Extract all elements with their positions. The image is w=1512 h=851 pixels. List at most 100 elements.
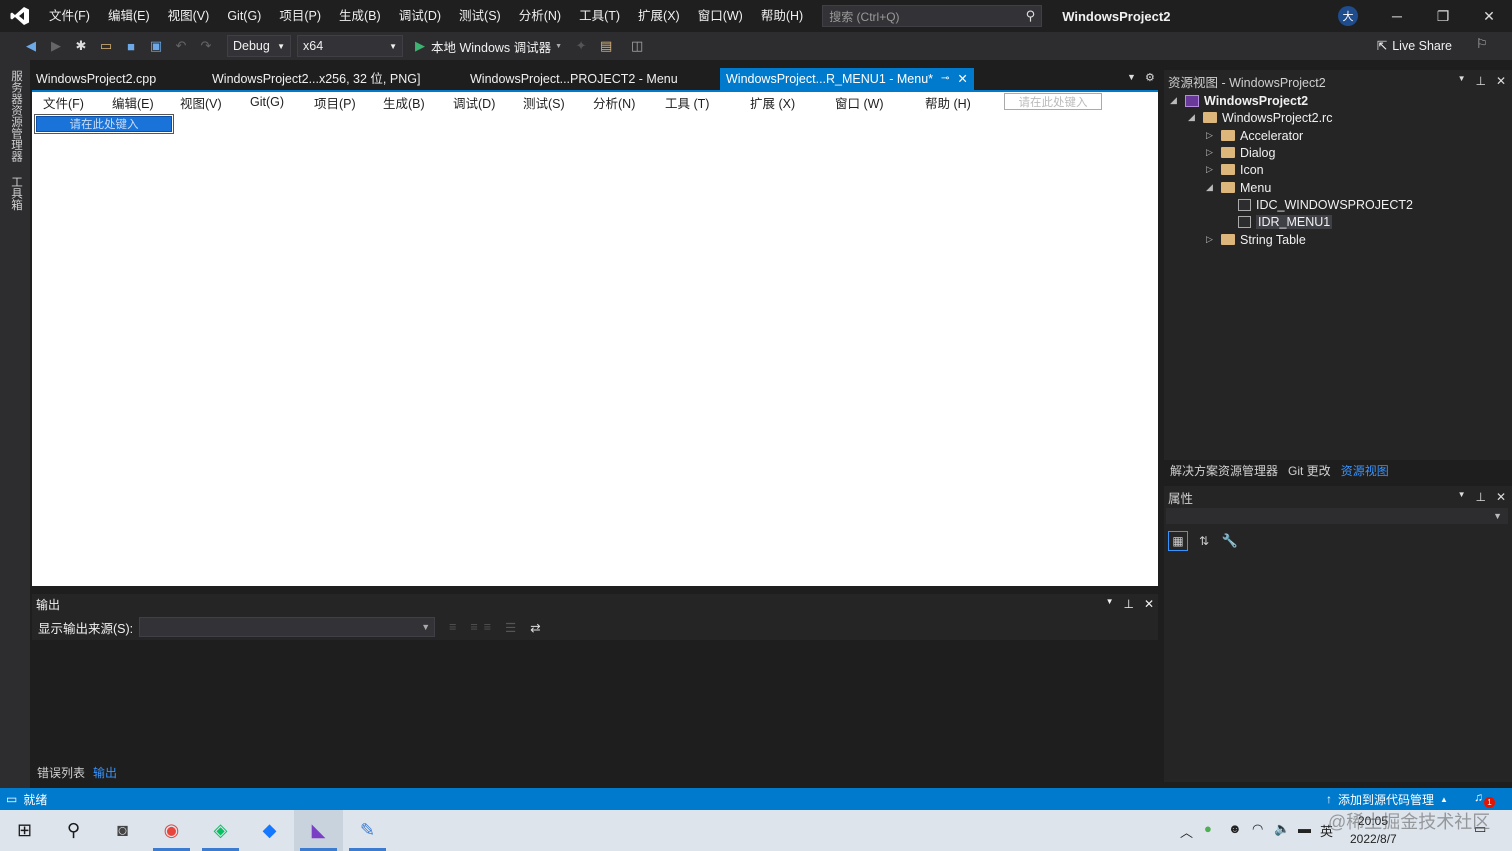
tree-node-menu[interactable]: ◢ Menu xyxy=(1206,179,1271,196)
toolbox-tab[interactable]: 工具箱 xyxy=(8,176,24,211)
menu-build[interactable]: 生成(B) xyxy=(330,0,390,32)
feedback-icon[interactable]: ⚐ xyxy=(1476,36,1488,52)
tree-node-project[interactable]: ◢ WindowsProject2 xyxy=(1170,92,1308,109)
properties-object-dropdown[interactable]: ▼ xyxy=(1166,508,1508,524)
chevron-down-icon[interactable]: ▼ xyxy=(1458,490,1466,504)
menu-git[interactable]: Git(G) xyxy=(218,0,270,32)
search-input[interactable]: 搜索 (Ctrl+Q) ⚲ xyxy=(822,5,1043,27)
hot-reload-icon[interactable]: ✦ xyxy=(570,35,592,57)
notifications-bell-icon[interactable]: ♫ xyxy=(1474,790,1483,804)
menu-editor-item[interactable]: 扩展 (X) xyxy=(750,93,795,112)
type-here-submenu-field[interactable]: 请在此处键入 xyxy=(34,114,174,134)
feishu-icon[interactable]: ◆ xyxy=(245,810,294,851)
tab-error-list[interactable]: 错误列表 xyxy=(32,764,85,782)
visual-studio-taskbar-icon[interactable]: ◣ xyxy=(294,810,343,851)
account-avatar[interactable]: 大 xyxy=(1338,6,1358,26)
menu-editor-item[interactable]: 文件(F) xyxy=(43,93,84,112)
expanded-arrow-icon[interactable]: ◢ xyxy=(1188,112,1198,123)
categorized-icon[interactable]: ▦ xyxy=(1168,531,1188,551)
wechat-icon[interactable]: ◈ xyxy=(196,810,245,851)
tree-node-icon[interactable]: ▷ Icon xyxy=(1206,161,1264,178)
undo-icon[interactable]: ↶ xyxy=(170,35,192,57)
menu-analyze[interactable]: 分析(N) xyxy=(510,0,570,32)
property-pages-icon[interactable]: 🔧 xyxy=(1220,531,1240,551)
battery-icon[interactable]: ▬ xyxy=(1298,821,1311,836)
open-folder-icon[interactable]: ▭ xyxy=(95,35,117,57)
prev-message-icon[interactable]: ≡ xyxy=(470,620,477,634)
tray-qq-icon[interactable]: ☻ xyxy=(1228,821,1242,836)
menu-editor-item[interactable]: 项目(P) xyxy=(314,93,356,112)
tray-app-icon[interactable]: ● xyxy=(1204,821,1212,836)
chevron-down-icon[interactable]: ▼ xyxy=(1106,597,1114,611)
save-all-icon[interactable]: ▣ xyxy=(145,35,167,57)
menu-window[interactable]: 窗口(W) xyxy=(689,0,752,32)
menu-edit[interactable]: 编辑(E) xyxy=(99,0,159,32)
menu-editor-item[interactable]: 生成(B) xyxy=(383,93,425,112)
menu-editor-item[interactable]: 视图(V) xyxy=(180,93,222,112)
clear-all-icon[interactable]: ☰ xyxy=(505,620,516,635)
collapsed-arrow-icon[interactable]: ▷ xyxy=(1206,130,1216,141)
menu-editor-item[interactable]: 分析(N) xyxy=(593,93,635,112)
collapsed-arrow-icon[interactable]: ▷ xyxy=(1206,164,1216,175)
tab-menu-project[interactable]: WindowsProject...PROJECT2 - Menu xyxy=(464,68,720,90)
tray-chevron-up-icon[interactable]: ︿ xyxy=(1180,822,1193,841)
close-icon[interactable]: ✕ xyxy=(957,68,967,90)
tree-node-string-table[interactable]: ▷ String Table xyxy=(1206,231,1306,248)
camera-app-icon[interactable]: ◙ xyxy=(98,810,147,851)
server-explorer-tab[interactable]: 服务器资源管理器 xyxy=(8,70,24,162)
word-wrap-icon[interactable]: ⇄ xyxy=(530,620,540,635)
pin-icon[interactable]: ⊸ xyxy=(941,68,949,90)
visual-studio-logo-icon[interactable] xyxy=(0,0,40,32)
collapsed-arrow-icon[interactable]: ▷ xyxy=(1206,234,1216,245)
restore-icon[interactable]: ❐ xyxy=(1420,0,1466,32)
menu-test[interactable]: 测试(S) xyxy=(450,0,510,32)
tree-node-dialog[interactable]: ▷ Dialog xyxy=(1206,144,1275,161)
close-icon[interactable]: ✕ xyxy=(1144,597,1154,611)
menu-help[interactable]: 帮助(H) xyxy=(752,0,812,32)
forward-icon[interactable]: ▶ xyxy=(45,35,67,57)
collapsed-arrow-icon[interactable]: ▷ xyxy=(1206,147,1216,158)
expanded-arrow-icon[interactable]: ◢ xyxy=(1170,95,1180,106)
menu-file[interactable]: 文件(F) xyxy=(40,0,99,32)
menu-project[interactable]: 项目(P) xyxy=(270,0,330,32)
menu-editor-item[interactable]: Git(G) xyxy=(250,95,284,109)
tree-node-idc-windowsproject2[interactable]: IDC_WINDOWSPROJECT2 xyxy=(1238,196,1413,213)
minimize-icon[interactable]: ─ xyxy=(1374,0,1420,32)
expanded-arrow-icon[interactable]: ◢ xyxy=(1206,182,1216,193)
new-item-icon[interactable]: ✱ xyxy=(70,35,92,57)
chevron-down-icon[interactable]: ▼ xyxy=(1458,74,1466,88)
alphabetical-icon[interactable]: ⇅ xyxy=(1194,531,1214,551)
settings-gear-icon[interactable]: ⚙ xyxy=(1145,71,1155,84)
menu-editor-canvas[interactable]: 文件(F) 编辑(E) 视图(V) Git(G) 项目(P) 生成(B) 调试(… xyxy=(32,90,1158,586)
output-source-dropdown[interactable]: ▼ xyxy=(139,617,436,637)
save-icon[interactable]: ■ xyxy=(120,35,142,57)
source-control-button[interactable]: ↑ 添加到源代码管理 ▲ xyxy=(1326,791,1448,808)
pin-icon[interactable]: ⊥ xyxy=(1475,74,1485,88)
tab-output[interactable]: 输出 xyxy=(93,764,117,782)
clock-date[interactable]: 2022/8/7 xyxy=(1350,832,1397,846)
close-icon[interactable]: ✕ xyxy=(1496,490,1506,504)
menu-tools[interactable]: 工具(T) xyxy=(570,0,629,32)
menu-editor-item[interactable]: 工具 (T) xyxy=(665,93,709,112)
tree-node-idr-menu1[interactable]: IDR_MENU1 xyxy=(1238,213,1333,230)
close-window-icon[interactable]: ✕ xyxy=(1466,0,1512,32)
chrome-icon[interactable]: ◉ xyxy=(147,810,196,851)
find-message-icon[interactable]: ≡ xyxy=(449,620,456,634)
windows-start-icon[interactable]: ⊞ xyxy=(0,810,49,851)
tree-node-rc[interactable]: ◢ WindowsProject2.rc xyxy=(1188,109,1332,126)
configuration-dropdown[interactable]: Debug ▼ xyxy=(227,35,291,57)
close-icon[interactable]: ✕ xyxy=(1496,74,1506,88)
screenshot-icon[interactable]: ◫ xyxy=(626,35,648,57)
tab-git-changes[interactable]: Git 更改 xyxy=(1288,462,1331,479)
menu-editor-item[interactable]: 帮助 (H) xyxy=(925,93,971,112)
tree-node-accelerator[interactable]: ▷ Accelerator xyxy=(1206,127,1303,144)
next-message-icon[interactable]: ≡ xyxy=(484,620,491,634)
paint-icon[interactable]: ✎ xyxy=(343,810,392,851)
redo-icon[interactable]: ↷ xyxy=(195,35,217,57)
type-here-top-field[interactable]: 请在此处键入 xyxy=(1004,93,1102,110)
tab-resource-view[interactable]: 资源视图 xyxy=(1341,462,1389,479)
menu-editor-item[interactable]: 编辑(E) xyxy=(112,93,154,112)
tab-overflow-icon[interactable]: ▼ xyxy=(1127,72,1136,82)
start-debugging-button[interactable]: ▶ 本地 Windows 调试器 ▼ xyxy=(415,37,562,56)
menu-extensions[interactable]: 扩展(X) xyxy=(629,0,689,32)
